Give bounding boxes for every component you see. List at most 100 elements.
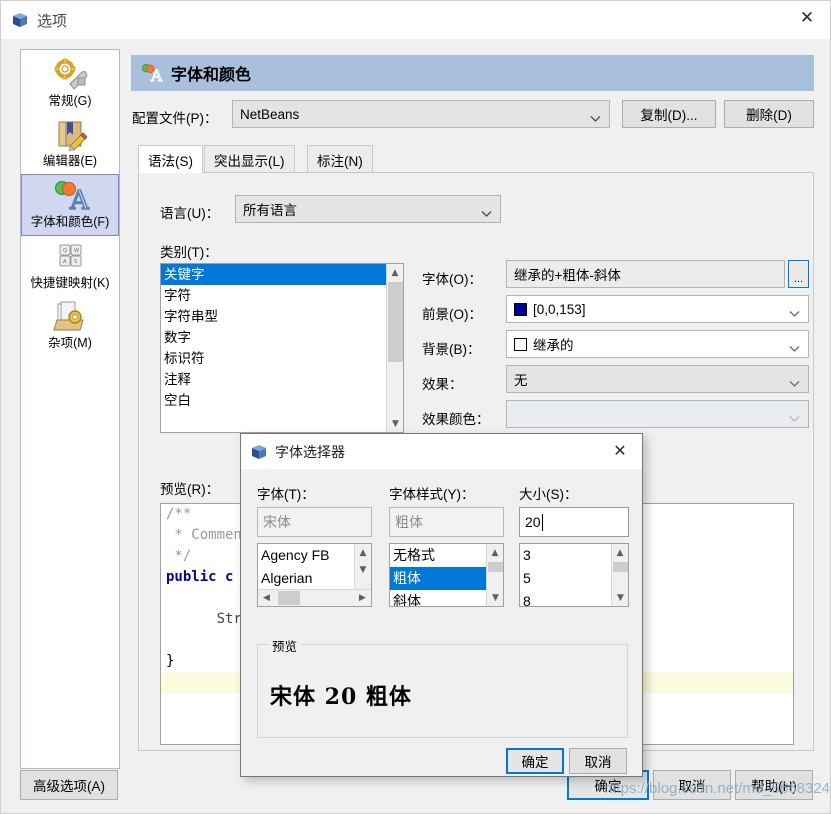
tab-syntax[interactable]: 语法(S) [138, 145, 203, 173]
tab-annotation[interactable]: 标注(N) [307, 145, 373, 173]
chevron-down-icon [481, 206, 492, 217]
sidebar-item-keymap[interactable]: Q W A S 快捷键映射(K) [21, 236, 119, 296]
foreground-value: [0,0,153] [533, 301, 586, 317]
ellipsis-icon: ... [793, 273, 804, 285]
scroll-up-icon[interactable]: ▲ [487, 544, 503, 561]
scroll-down-icon[interactable]: ▼ [355, 561, 371, 578]
list-item[interactable]: 8 [520, 590, 611, 606]
font-browse-button[interactable]: ... [788, 260, 809, 288]
scroll-right-icon[interactable]: ▶ [354, 590, 371, 606]
preview-label: 预览(R)： [160, 482, 220, 497]
list-item[interactable]: 无格式 [390, 544, 486, 567]
font-name-value: 宋体 [263, 514, 291, 530]
font-dialog-cancel-button[interactable]: 取消 [569, 748, 627, 774]
svg-text:A: A [150, 67, 163, 85]
category-scrollbar[interactable]: ▲ ▼ [386, 264, 403, 432]
font-size-label: 大小(S)： [519, 487, 578, 502]
color-swatch [514, 302, 527, 316]
tab-highlight[interactable]: 突出显示(L) [204, 145, 295, 173]
background-combo[interactable]: 继承的 [506, 330, 809, 358]
effects-combo[interactable]: 无 [506, 365, 809, 393]
close-icon[interactable]: ✕ [600, 434, 640, 466]
scrollbar-thumb[interactable] [278, 591, 300, 605]
background-value: 继承的 [533, 338, 574, 353]
scroll-up-icon[interactable]: ▲ [355, 544, 371, 561]
advanced-options-button[interactable]: 高级选项(A) [20, 770, 118, 800]
copy-profile-button[interactable]: 复制(D)... [622, 100, 716, 128]
sidebar-item-label: 快捷键映射(K) [30, 276, 110, 290]
list-item[interactable]: 关键字 [161, 264, 387, 285]
list-item[interactable]: 字符串型 [161, 306, 387, 327]
scroll-left-icon[interactable]: ◀ [258, 590, 275, 606]
sidebar-item-label: 字体和颜色(F) [30, 215, 110, 229]
list-item[interactable]: 粗体 [390, 567, 486, 590]
font-style-field[interactable]: 粗体 [389, 507, 504, 537]
font-size-list[interactable]: 3 5 8 ▲ ▼ [519, 543, 629, 607]
tabstrip: 语法(S) 突出显示(L) 标注(N) [138, 145, 814, 173]
list-item[interactable]: 数字 [161, 327, 387, 348]
scrollbar-thumb[interactable] [388, 282, 403, 362]
pane-title: 字体和颜色 [171, 67, 252, 84]
scrollbar-thumb[interactable] [488, 562, 503, 572]
sidebar-item-misc[interactable]: 杂项(M) [21, 296, 119, 356]
font-dialog-ok-button[interactable]: 确定 [506, 748, 564, 774]
chevron-down-icon [789, 376, 800, 387]
scroll-up-icon[interactable]: ▲ [612, 544, 628, 561]
profile-combo[interactable]: NetBeans [232, 100, 610, 128]
size-list-scrollbar[interactable]: ▲ ▼ [611, 544, 628, 606]
scroll-up-icon[interactable]: ▲ [387, 264, 403, 281]
sidebar-item-general[interactable]: 常规(G) [21, 54, 119, 114]
keyboard-icon: Q W A S [50, 240, 90, 274]
font-name-field[interactable]: 宋体 [257, 507, 372, 537]
list-item[interactable]: 标识符 [161, 348, 387, 369]
sidebar-item-editor[interactable]: 编辑器(E) [21, 114, 119, 174]
list-item[interactable]: Agency FB [258, 544, 353, 567]
font-list-hscrollbar[interactable]: ◀ ▶ [258, 589, 371, 606]
chevron-down-icon [590, 111, 601, 122]
sidebar: 常规(G) 编辑器(E) A 字体和颜色(F) Q W A S 快捷键映射(K)… [20, 49, 120, 769]
font-size-field[interactable]: 20 [519, 507, 629, 537]
delete-profile-button[interactable]: 删除(D) [724, 100, 814, 128]
category-label: 类别(T)： [160, 245, 218, 260]
netbeans-cube-icon [12, 12, 28, 28]
language-label: 语言(U)： [160, 206, 220, 221]
font-name-list[interactable]: Agency FB Algerian ▲ ▼ ◀ ▶ [257, 543, 372, 607]
cancel-button[interactable]: 取消 [653, 770, 731, 800]
list-item[interactable]: 注释 [161, 369, 387, 390]
font-colors-icon: A [50, 179, 91, 217]
scroll-down-icon[interactable]: ▼ [612, 589, 628, 606]
language-combo[interactable]: 所有语言 [235, 195, 501, 223]
font-colors-icon: A [139, 61, 164, 85]
effects-label: 效果： [422, 377, 463, 392]
category-listbox[interactable]: 关键字 字符 字符串型 数字 标识符 注释 空白 ▲ ▼ [160, 263, 404, 433]
tab-label: 突出显示(L) [214, 153, 285, 169]
foreground-combo[interactable]: [0,0,153] [506, 295, 809, 323]
tab-label: 语法(S) [148, 153, 193, 169]
list-item[interactable]: 字符 [161, 285, 387, 306]
style-list-scrollbar[interactable]: ▲ ▼ [486, 544, 503, 606]
close-icon[interactable]: ✕ [784, 1, 830, 35]
profile-value: NetBeans [240, 106, 300, 122]
font-style-list[interactable]: 无格式 粗体 斜体 ▲ ▼ [389, 543, 504, 607]
help-button[interactable]: 帮助(H) [735, 770, 813, 800]
sidebar-item-label: 编辑器(E) [42, 154, 98, 168]
font-list-vscrollbar[interactable]: ▲ ▼ [354, 544, 371, 590]
foreground-label: 前景(O)： [422, 307, 482, 322]
list-item[interactable]: 斜体 [390, 590, 486, 606]
svg-text:W: W [74, 248, 79, 254]
folder-gear-icon [50, 300, 90, 334]
font-value-field: 继承的+粗体-斜体 [506, 260, 785, 288]
scrollbar-thumb[interactable] [613, 562, 628, 572]
list-item[interactable]: 空白 [161, 390, 387, 411]
scroll-down-icon[interactable]: ▼ [487, 589, 503, 606]
scroll-down-icon[interactable]: ▼ [387, 415, 403, 432]
book-pencil-icon [50, 118, 90, 152]
language-value: 所有语言 [243, 203, 297, 218]
list-item[interactable]: Algerian [258, 567, 353, 590]
sidebar-item-label: 常规(G) [48, 94, 92, 108]
list-item[interactable]: 3 [520, 544, 611, 567]
font-dialog-titlebar: 字体选择器 ✕ [241, 434, 642, 469]
font-value: 继承的+粗体-斜体 [514, 268, 621, 283]
list-item[interactable]: 5 [520, 567, 611, 590]
sidebar-item-fonts-colors[interactable]: A 字体和颜色(F) [21, 174, 119, 236]
